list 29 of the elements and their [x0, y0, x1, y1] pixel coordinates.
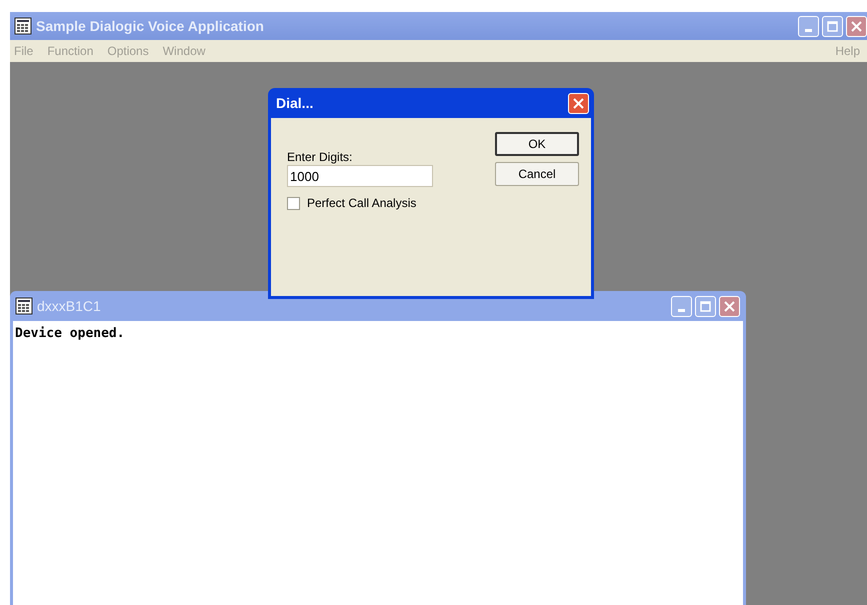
checkbox[interactable] [287, 196, 300, 210]
close-icon [724, 300, 735, 312]
menu-item[interactable]: Window [162, 42, 206, 60]
maximize-icon [700, 300, 711, 312]
digits-field[interactable]: 1000 [287, 165, 433, 187]
close-button[interactable] [568, 92, 589, 114]
minimize-icon [805, 28, 812, 32]
minimize-icon [678, 308, 685, 312]
menu-item[interactable]: Help [835, 42, 867, 60]
close-icon [573, 98, 584, 108]
app-icon [14, 17, 32, 35]
dialog-title: Dial... [276, 94, 314, 112]
menu-item[interactable]: File [14, 42, 34, 60]
menu-item[interactable]: Function [47, 42, 94, 60]
maximize-button[interactable] [822, 16, 843, 36]
minimize-button[interactable] [671, 296, 692, 316]
window-title: dxxxB1C1 [37, 296, 102, 316]
log-text: Device opened. [15, 326, 125, 341]
app-icon [15, 297, 33, 315]
menu-item[interactable]: Options [107, 42, 149, 60]
dialog-button[interactable]: Cancel [495, 162, 579, 186]
maximize-button[interactable] [695, 296, 716, 316]
close-icon [851, 20, 862, 32]
minimize-button[interactable] [798, 16, 819, 36]
window-title: Sample Dialogic Voice Application [36, 16, 265, 36]
checkbox-label: Perfect Call Analysis [307, 195, 416, 212]
maximize-icon [827, 20, 838, 32]
dialog-button[interactable]: OK [495, 132, 579, 156]
field-label: Enter Digits: [287, 149, 352, 166]
